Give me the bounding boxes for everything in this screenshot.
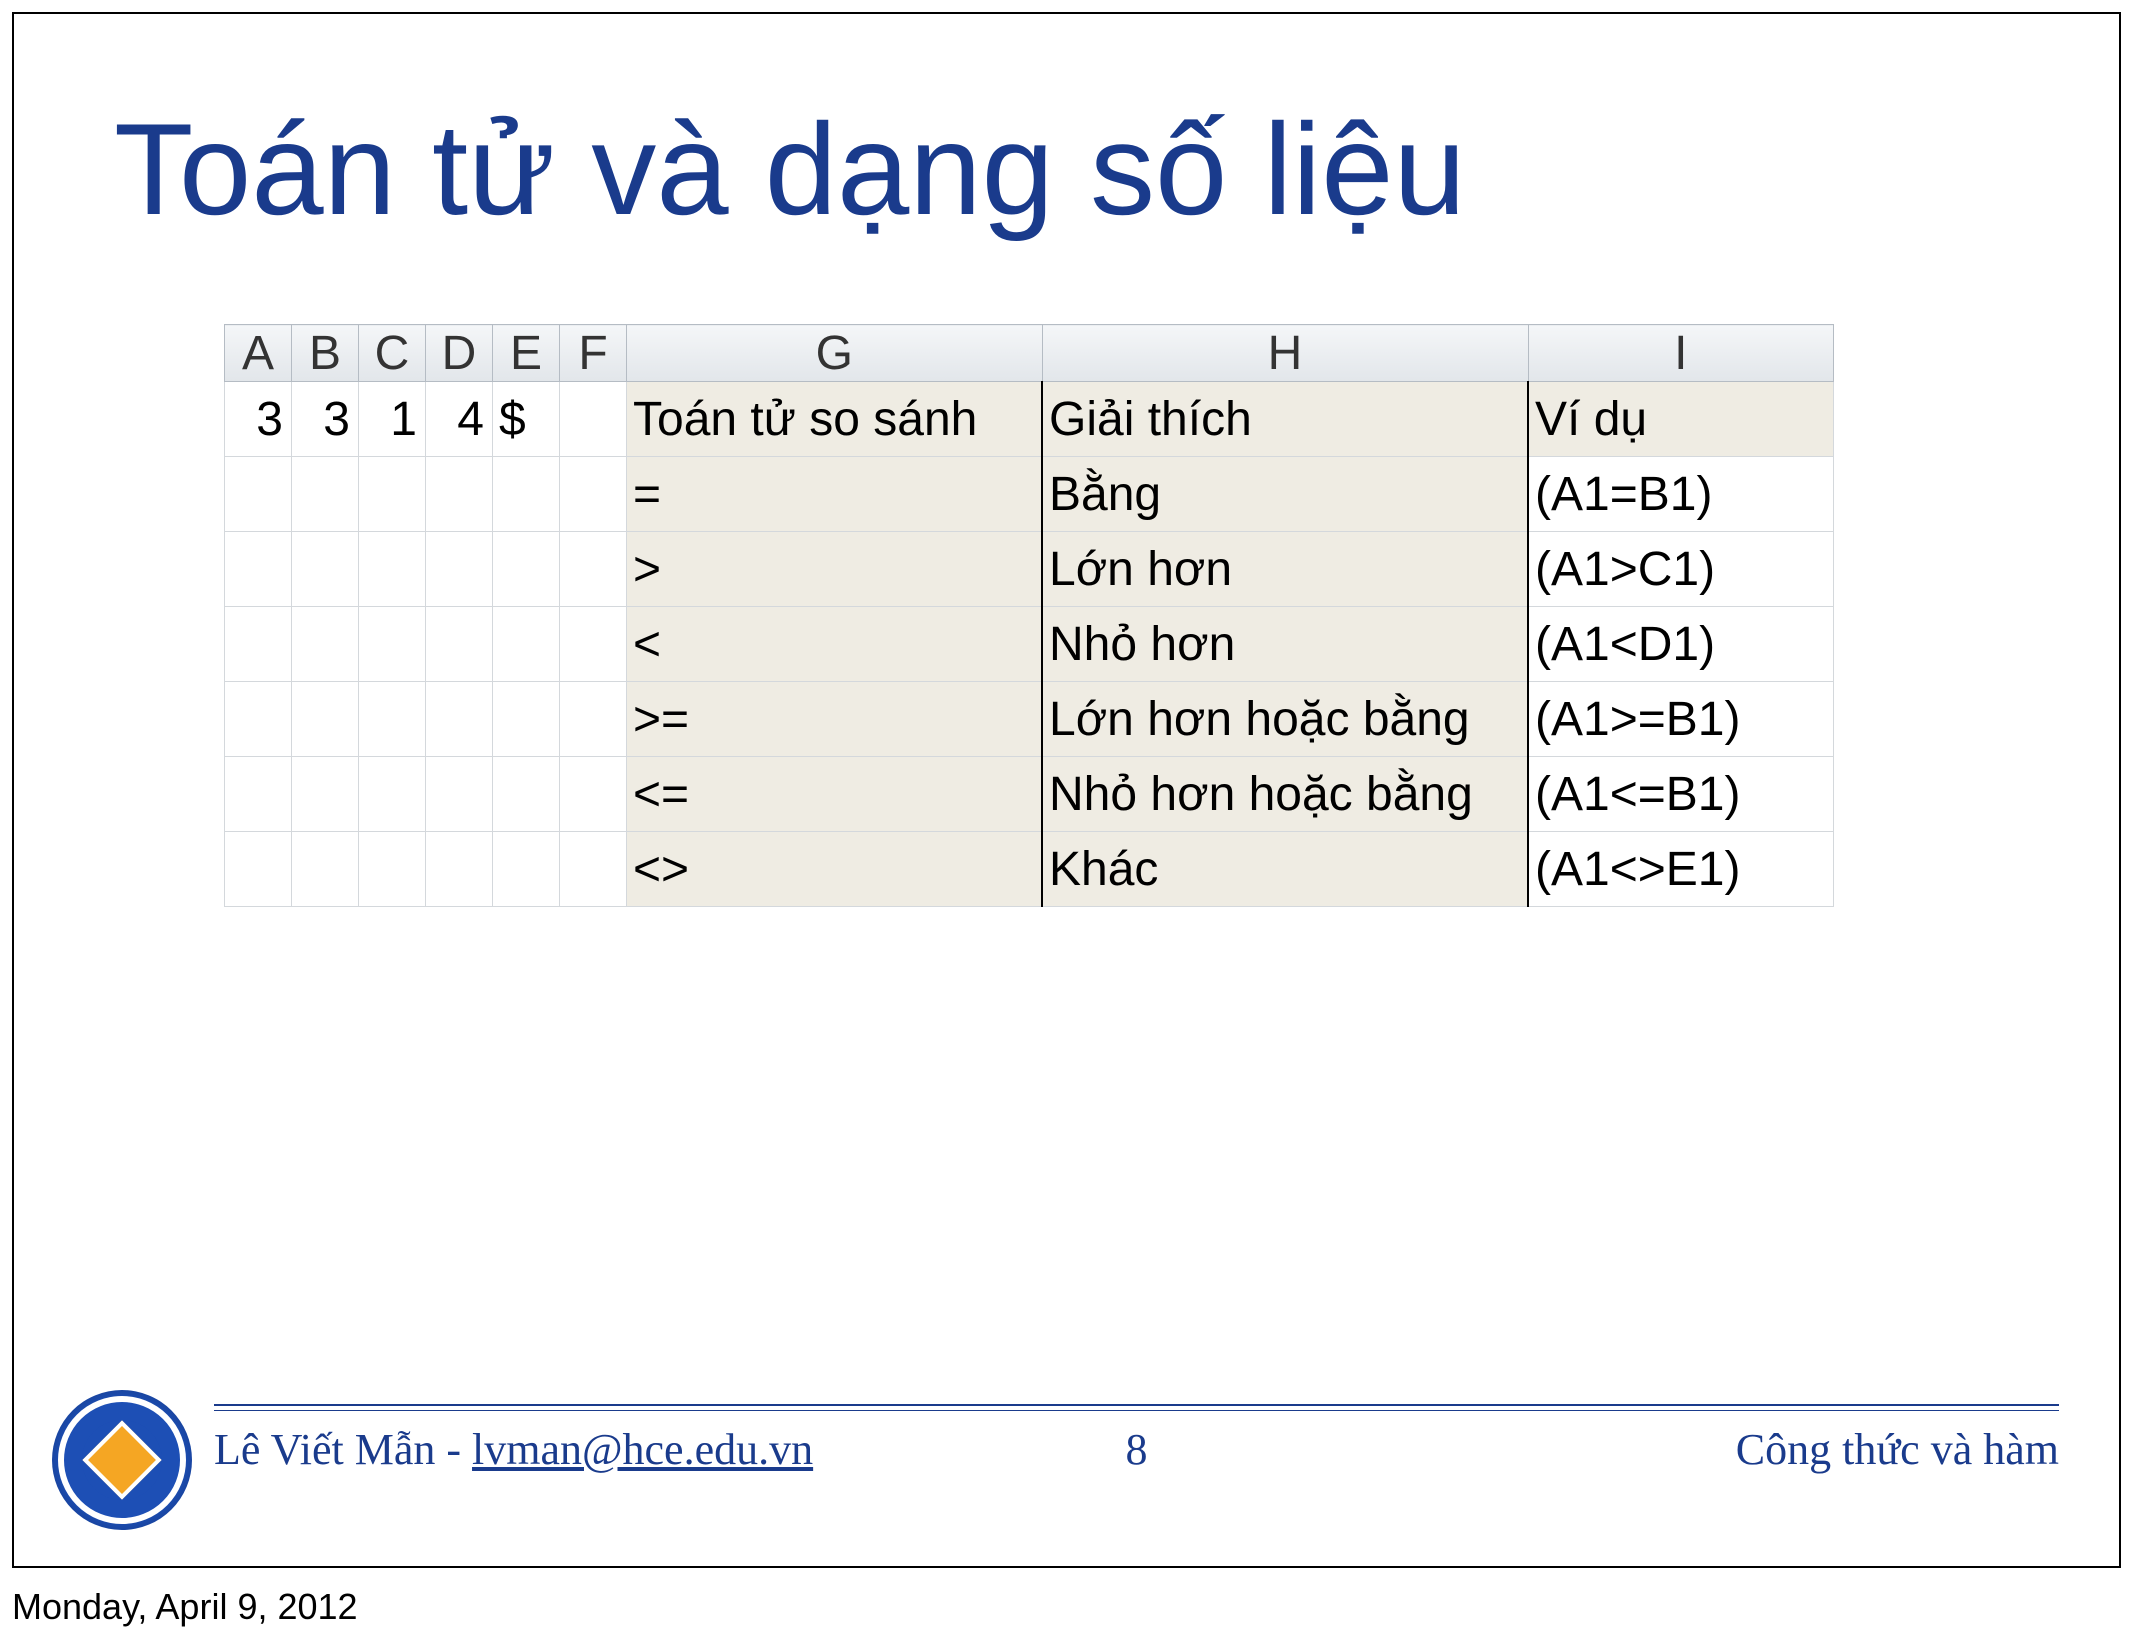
footer-topic: Công thức và hàm bbox=[1736, 1424, 2059, 1475]
slide: Toán tử và dạng số liệu A B C D E F G H … bbox=[12, 12, 2121, 1568]
cell-E: $ bbox=[493, 382, 560, 457]
cell-D bbox=[426, 757, 493, 832]
cell-C bbox=[359, 457, 426, 532]
cell-B bbox=[292, 682, 359, 757]
cell-B bbox=[292, 832, 359, 907]
cell-E bbox=[493, 607, 560, 682]
cell-F bbox=[560, 532, 627, 607]
table-row: <Nhỏ hơn(A1<D1) bbox=[225, 607, 1834, 682]
cell-A bbox=[225, 607, 292, 682]
cell-F bbox=[560, 757, 627, 832]
cell-B bbox=[292, 757, 359, 832]
cell-B bbox=[292, 607, 359, 682]
cell-G: <> bbox=[627, 832, 1043, 907]
cell-A bbox=[225, 682, 292, 757]
cell-A: 3 bbox=[225, 382, 292, 457]
col-header-I: I bbox=[1528, 325, 1834, 382]
university-logo bbox=[52, 1390, 192, 1530]
col-header-G: G bbox=[627, 325, 1043, 382]
cell-C bbox=[359, 832, 426, 907]
table-row: >=Lớn hơn hoặc bằng(A1>=B1) bbox=[225, 682, 1834, 757]
cell-H: Lớn hơn hoặc bằng bbox=[1042, 682, 1528, 757]
cell-F bbox=[560, 457, 627, 532]
table-row: >Lớn hơn(A1>C1) bbox=[225, 532, 1834, 607]
cell-G: >= bbox=[627, 682, 1043, 757]
col-header-D: D bbox=[426, 325, 493, 382]
slide-title: Toán tử và dạng số liệu bbox=[114, 94, 1466, 244]
cell-H: Lớn hơn bbox=[1042, 532, 1528, 607]
col-header-F: F bbox=[560, 325, 627, 382]
col-header-E: E bbox=[493, 325, 560, 382]
cell-G: <= bbox=[627, 757, 1043, 832]
cell-E bbox=[493, 682, 560, 757]
cell-D bbox=[426, 532, 493, 607]
cell-I: Ví dụ bbox=[1528, 382, 1834, 457]
table-row: 3314$ Toán tử so sánhGiải thíchVí dụ bbox=[225, 382, 1834, 457]
cell-H: Bằng bbox=[1042, 457, 1528, 532]
cell-I: (A1<=B1) bbox=[1528, 757, 1834, 832]
cell-G: < bbox=[627, 607, 1043, 682]
cell-C bbox=[359, 682, 426, 757]
cell-A bbox=[225, 757, 292, 832]
cell-I: (A1<>E1) bbox=[1528, 832, 1834, 907]
table-row: <=Nhỏ hơn hoặc bằng(A1<=B1) bbox=[225, 757, 1834, 832]
cell-A bbox=[225, 457, 292, 532]
cell-B: 3 bbox=[292, 382, 359, 457]
cell-C bbox=[359, 757, 426, 832]
cell-I: (A1>C1) bbox=[1528, 532, 1834, 607]
table-row: <>Khác(A1<>E1) bbox=[225, 832, 1834, 907]
cell-E bbox=[493, 457, 560, 532]
col-header-H: H bbox=[1042, 325, 1528, 382]
cell-E bbox=[493, 757, 560, 832]
author-name: Lê Viết Mẫn - bbox=[214, 1425, 472, 1474]
cell-D bbox=[426, 682, 493, 757]
cell-C bbox=[359, 532, 426, 607]
cell-G: > bbox=[627, 532, 1043, 607]
cell-F bbox=[560, 607, 627, 682]
footer-page-number: 8 bbox=[1126, 1424, 1148, 1475]
cell-F bbox=[560, 832, 627, 907]
cell-D bbox=[426, 607, 493, 682]
cell-G: = bbox=[627, 457, 1043, 532]
col-header-B: B bbox=[292, 325, 359, 382]
footer-rule-bottom bbox=[214, 1410, 2059, 1411]
column-header-row: A B C D E F G H I bbox=[225, 325, 1834, 382]
cell-H: Nhỏ hơn bbox=[1042, 607, 1528, 682]
cell-B bbox=[292, 532, 359, 607]
cell-D: 4 bbox=[426, 382, 493, 457]
cell-E bbox=[493, 832, 560, 907]
cell-A bbox=[225, 532, 292, 607]
author-email-link[interactable]: lvman@hce.edu.vn bbox=[472, 1425, 813, 1474]
cell-E bbox=[493, 532, 560, 607]
cell-D bbox=[426, 832, 493, 907]
cell-G: Toán tử so sánh bbox=[627, 382, 1043, 457]
cell-I: (A1<D1) bbox=[1528, 607, 1834, 682]
cell-C bbox=[359, 607, 426, 682]
print-date: Monday, April 9, 2012 bbox=[12, 1586, 358, 1628]
footer-author: Lê Viết Mẫn - lvman@hce.edu.vn bbox=[214, 1424, 813, 1475]
cell-F bbox=[560, 382, 627, 457]
cell-A bbox=[225, 832, 292, 907]
slide-footer: Lê Viết Mẫn - lvman@hce.edu.vn 8 Công th… bbox=[214, 1404, 2059, 1514]
spreadsheet-table: A B C D E F G H I 3314$ Toán tử so sánhGi… bbox=[224, 324, 1834, 907]
col-header-A: A bbox=[225, 325, 292, 382]
footer-rule-top bbox=[214, 1404, 2059, 1406]
cell-B bbox=[292, 457, 359, 532]
cell-H: Khác bbox=[1042, 832, 1528, 907]
col-header-C: C bbox=[359, 325, 426, 382]
cell-C: 1 bbox=[359, 382, 426, 457]
cell-I: (A1=B1) bbox=[1528, 457, 1834, 532]
cell-I: (A1>=B1) bbox=[1528, 682, 1834, 757]
table-row: =Bằng(A1=B1) bbox=[225, 457, 1834, 532]
cell-H: Nhỏ hơn hoặc bằng bbox=[1042, 757, 1528, 832]
cell-H: Giải thích bbox=[1042, 382, 1528, 457]
cell-F bbox=[560, 682, 627, 757]
cell-D bbox=[426, 457, 493, 532]
